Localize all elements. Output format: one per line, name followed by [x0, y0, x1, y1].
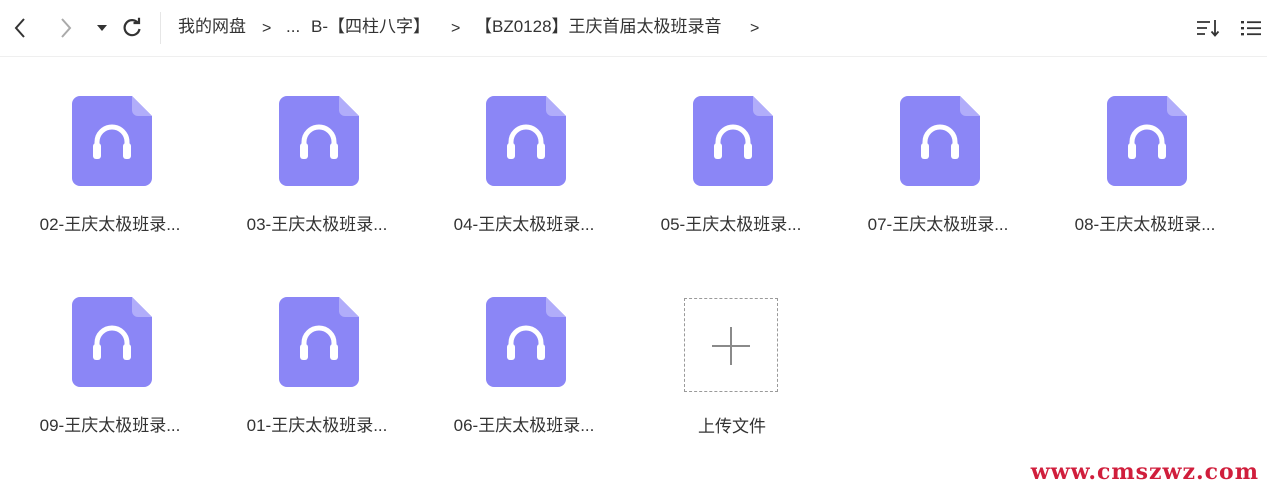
- file-item[interactable]: 04-王庆太极班录...: [429, 96, 609, 266]
- file-item[interactable]: 09-王庆太极班录...: [15, 297, 195, 467]
- file-item[interactable]: 02-王庆太极班录...: [15, 96, 195, 266]
- file-item[interactable]: 07-王庆太极班录...: [843, 96, 1023, 266]
- watermark: www.cmszwz.com: [1030, 459, 1259, 485]
- audio-file-icon: [900, 96, 980, 186]
- file-item[interactable]: 08-王庆太极班录...: [1050, 96, 1230, 266]
- audio-file-icon: [279, 297, 359, 387]
- breadcrumb-separator-icon: >: [750, 20, 760, 37]
- back-button[interactable]: [6, 14, 34, 42]
- chevron-right-icon: [61, 18, 72, 38]
- file-item[interactable]: 06-王庆太极班录...: [429, 297, 609, 467]
- file-item[interactable]: 05-王庆太极班录...: [636, 96, 816, 266]
- upload-label[interactable]: 上传文件: [672, 412, 792, 437]
- audio-file-icon: [486, 297, 566, 387]
- refresh-icon: [123, 17, 141, 37]
- forward-button[interactable]: [52, 14, 80, 42]
- toolbar-divider: [160, 12, 161, 44]
- toolbar: 我的网盘 > ... B-【四柱八字】 > 【BZ0128】王庆首届太极班录音 …: [0, 0, 1267, 57]
- file-name: 05-王庆太极班录...: [660, 215, 802, 234]
- breadcrumb-separator-icon: >: [451, 20, 461, 37]
- plus-icon: [712, 327, 750, 365]
- file-name: 06-王庆太极班录...: [453, 416, 595, 435]
- audio-file-icon: [72, 297, 152, 387]
- sort-button[interactable]: [1196, 16, 1222, 40]
- list-view-icon: [1241, 21, 1261, 36]
- breadcrumb-ellipsis[interactable]: ...: [286, 16, 300, 38]
- file-name: 03-王庆太极班录...: [246, 215, 388, 234]
- file-name: 07-王庆太极班录...: [867, 215, 1009, 234]
- audio-file-icon: [72, 96, 152, 186]
- chevron-left-icon: [14, 18, 25, 38]
- breadcrumb-level1[interactable]: B-【四柱八字】: [311, 16, 430, 38]
- breadcrumb-root[interactable]: 我的网盘: [178, 16, 246, 38]
- breadcrumb-current: 【BZ0128】王庆首届太极班录音: [475, 17, 722, 36]
- upload-button[interactable]: [684, 298, 778, 392]
- file-name: 01-王庆太极班录...: [246, 416, 388, 435]
- file-name: 09-王庆太极班录...: [39, 416, 181, 435]
- view-mode-button[interactable]: [1239, 16, 1265, 40]
- history-dropdown-button[interactable]: [88, 14, 116, 42]
- file-name: 02-王庆太极班录...: [39, 215, 181, 234]
- sort-icon: [1197, 20, 1220, 37]
- audio-file-icon: [693, 96, 773, 186]
- file-name: 04-王庆太极班录...: [453, 215, 595, 234]
- file-item[interactable]: 01-王庆太极班录...: [222, 297, 402, 467]
- breadcrumb-separator-icon: >: [262, 20, 272, 37]
- file-item[interactable]: 03-王庆太极班录...: [222, 96, 402, 266]
- audio-file-icon: [486, 96, 566, 186]
- file-name: 08-王庆太极班录...: [1074, 215, 1216, 234]
- audio-file-icon: [1107, 96, 1187, 186]
- caret-down-icon: [97, 25, 107, 31]
- refresh-button[interactable]: [118, 14, 146, 42]
- audio-file-icon: [279, 96, 359, 186]
